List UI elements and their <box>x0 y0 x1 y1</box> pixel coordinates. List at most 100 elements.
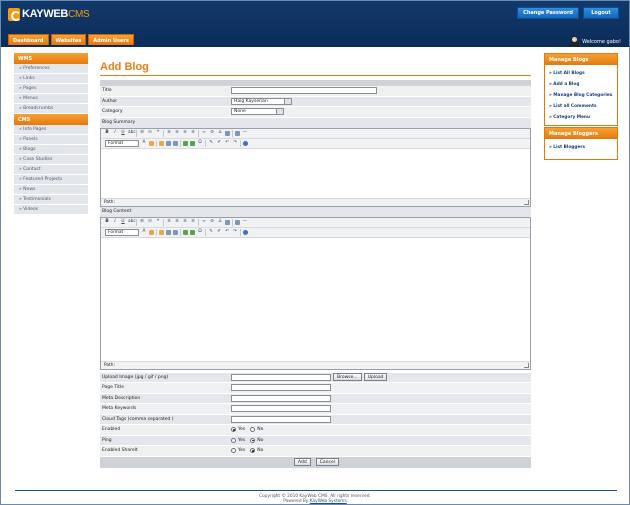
kayweb-systems-link[interactable]: KayWeb Systems <box>310 499 347 504</box>
remove-format-icon[interactable]: ✐ <box>216 229 222 235</box>
list-all-comments-link[interactable]: » List all Comments <box>545 101 617 112</box>
align-right-icon[interactable]: ≡ <box>182 130 188 136</box>
undo-icon[interactable]: ↶ <box>224 140 230 146</box>
blockquote-icon[interactable]: ❝ <box>155 130 161 136</box>
text-color-icon[interactable]: A <box>141 140 147 146</box>
cleanup-icon[interactable]: ✎ <box>208 140 214 146</box>
html-icon[interactable] <box>235 130 240 136</box>
meta-description-input[interactable] <box>231 394 331 402</box>
paste-icon[interactable] <box>159 229 164 235</box>
sidebar-item-videos[interactable]: » Videos <box>14 205 88 215</box>
category-menu-link[interactable]: » Category Menu <box>545 112 617 123</box>
upload-button[interactable]: Upload <box>363 373 388 382</box>
anchor-icon[interactable]: ⚓ <box>217 130 223 136</box>
sidebar-item-links[interactable]: » Links <box>14 74 88 84</box>
html-icon[interactable] <box>235 219 240 225</box>
sidebar-item-preferences[interactable]: » Preferences <box>14 64 88 74</box>
enabled-yes-radio[interactable]: Yes <box>231 427 245 433</box>
bullet-list-icon[interactable]: ☰ <box>139 130 145 136</box>
anchor-icon[interactable]: ⚓ <box>217 219 223 225</box>
sharelt-yes-radio[interactable]: Yes <box>231 448 245 454</box>
align-center-icon[interactable]: ≡ <box>174 130 180 136</box>
summary-format-select[interactable]: Format <box>105 139 139 147</box>
list-bloggers-link[interactable]: » List Bloggers <box>545 142 617 153</box>
enabled-no-radio[interactable]: No <box>250 427 263 433</box>
align-justify-icon[interactable]: ≡ <box>190 130 196 136</box>
content-edit-area[interactable] <box>101 237 530 361</box>
cloud-tags-input[interactable] <box>231 415 331 423</box>
add-button[interactable]: Add <box>294 458 311 466</box>
align-justify-icon[interactable]: ≡ <box>190 219 196 225</box>
nav-tab-admin-users[interactable]: Admin Users <box>88 34 134 45</box>
strikethrough-icon[interactable]: abc <box>128 130 136 136</box>
nav-tab-dashboard[interactable]: Dashboard <box>8 34 49 45</box>
media-icon[interactable] <box>190 229 195 235</box>
paste-text-icon[interactable] <box>166 140 171 146</box>
link-icon[interactable]: ∞ <box>201 219 207 225</box>
ping-yes-radio[interactable]: Yes <box>231 437 245 443</box>
remove-format-icon[interactable]: ✐ <box>216 140 222 146</box>
unlink-icon[interactable]: ⊘ <box>209 219 215 225</box>
sidebar-item-featured-projects[interactable]: » Featured Projects <box>14 175 88 185</box>
unlink-icon[interactable]: ⊘ <box>209 130 215 136</box>
paste-text-icon[interactable] <box>166 229 171 235</box>
sidebar-item-breadcrumbs[interactable]: » Breadcrumbs <box>14 104 88 114</box>
sidebar-item-blogs[interactable]: » Blogs <box>14 145 88 155</box>
browse-button[interactable]: Browse... <box>333 373 362 382</box>
ping-no-radio[interactable]: No <box>250 437 263 443</box>
logo[interactable]: KAYWEBCMS <box>8 6 90 22</box>
paste-word-icon[interactable] <box>173 140 178 146</box>
sidebar-item-pages[interactable]: » Pages <box>14 84 88 94</box>
sidebar-item-contact[interactable]: » Contact <box>14 165 88 175</box>
upload-file-input[interactable] <box>231 373 331 381</box>
help-icon[interactable] <box>243 229 248 235</box>
sidebar-item-case-studies[interactable]: » Case Studies <box>14 155 88 165</box>
paste-word-icon[interactable] <box>173 229 178 235</box>
strikethrough-icon[interactable]: abc <box>128 219 136 225</box>
align-left-icon[interactable]: ≡ <box>166 130 172 136</box>
manage-blog-categories-link[interactable]: » Manage Blog Categories <box>545 90 617 101</box>
underline-icon[interactable]: U <box>120 219 126 225</box>
meta-keywords-input[interactable] <box>231 405 331 413</box>
redo-icon[interactable]: ↷ <box>232 229 238 235</box>
special-char-icon[interactable]: Ω <box>197 140 203 146</box>
underline-icon[interactable]: U <box>120 130 126 136</box>
sidebar-item-menus[interactable]: » Menus <box>14 94 88 104</box>
sidebar-item-testimonials[interactable]: » Testimonials <box>14 195 88 205</box>
list-all-blogs-link[interactable]: » List All Blogs <box>545 68 617 79</box>
logout-button[interactable]: Logout <box>583 7 619 19</box>
link-icon[interactable]: ∞ <box>201 130 207 136</box>
text-color-icon[interactable]: A <box>141 229 147 235</box>
content-format-select[interactable]: Format <box>105 228 139 236</box>
cancel-button[interactable]: Cancel <box>315 458 339 466</box>
sidebar-item-news[interactable]: » News <box>14 185 88 195</box>
numbered-list-icon[interactable]: ☷ <box>147 130 153 136</box>
align-left-icon[interactable]: ≡ <box>166 219 172 225</box>
horizontal-rule-icon[interactable]: — <box>242 130 248 136</box>
table-icon[interactable] <box>183 140 188 146</box>
help-icon[interactable] <box>243 140 248 146</box>
sidebar-item-info-pages[interactable]: » Info Pages <box>14 125 88 135</box>
highlight-icon[interactable] <box>149 140 154 146</box>
italic-icon[interactable]: I <box>112 130 118 136</box>
sidebar-item-panels[interactable]: » Panels <box>14 135 88 145</box>
category-select[interactable]: None <box>231 108 284 116</box>
paste-icon[interactable] <box>159 140 164 146</box>
numbered-list-icon[interactable]: ☷ <box>147 219 153 225</box>
change-password-button[interactable]: Change Password <box>517 7 579 19</box>
italic-icon[interactable]: I <box>112 219 118 225</box>
summary-edit-area[interactable] <box>101 148 530 198</box>
author-select[interactable]: Haig Kayserian <box>231 97 292 105</box>
highlight-icon[interactable] <box>149 229 154 235</box>
media-icon[interactable] <box>190 140 195 146</box>
bold-icon[interactable]: B <box>104 219 110 225</box>
image-icon[interactable] <box>225 219 230 225</box>
add-blog-link[interactable]: » Add a Blog <box>545 79 617 90</box>
bold-icon[interactable]: B <box>104 130 110 136</box>
table-icon[interactable] <box>183 229 188 235</box>
image-icon[interactable] <box>225 130 230 136</box>
title-input[interactable] <box>231 87 377 95</box>
bullet-list-icon[interactable]: ☰ <box>139 219 145 225</box>
undo-icon[interactable]: ↶ <box>224 229 230 235</box>
align-center-icon[interactable]: ≡ <box>174 219 180 225</box>
